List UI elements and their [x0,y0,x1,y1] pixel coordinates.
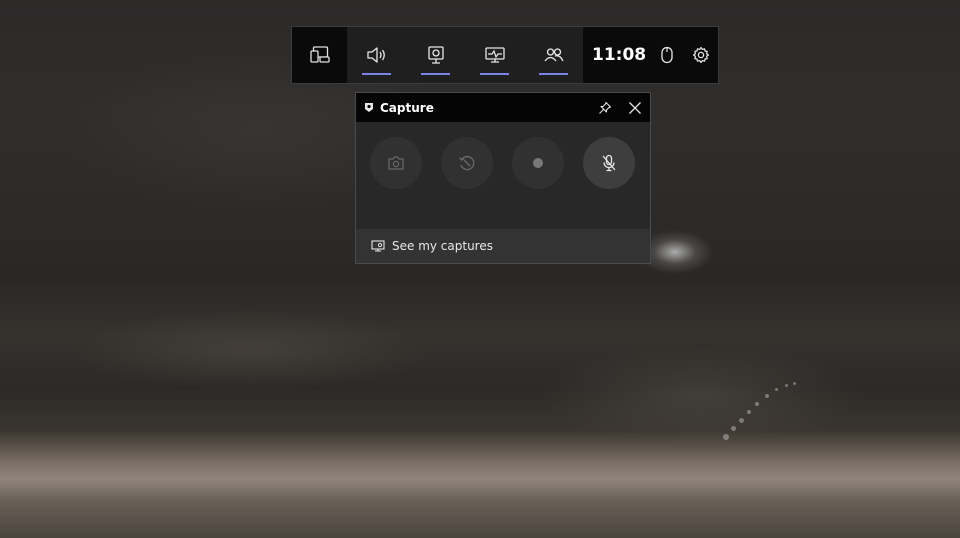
capture-widget-button[interactable] [406,27,465,83]
widget-active-indicator [362,73,391,75]
audio-widget-button[interactable] [347,27,406,83]
capture-icon [427,46,444,64]
speaker-icon [366,47,385,63]
mouse-button[interactable] [650,27,684,83]
widget-menu-icon [309,46,330,63]
mic-off-icon [602,154,616,172]
performance-widget-button[interactable] [465,27,524,83]
capture-title-bar[interactable]: Capture [356,93,650,122]
see-my-captures-label: See my captures [392,239,493,253]
widget-toolbar [347,27,583,83]
settings-button[interactable] [684,27,718,83]
camera-icon [388,156,404,170]
widget-active-indicator [539,73,568,75]
game-bar: 11:08 [291,26,719,84]
background-light-streak [715,378,815,448]
pin-button[interactable] [590,93,620,122]
widget-active-indicator [480,73,509,75]
performance-monitor-icon [484,47,505,63]
screenshot-button[interactable] [370,137,422,189]
capture-widget: Capture See my captures [355,92,651,264]
clock: 11:08 [592,45,647,65]
capture-button-row [356,122,650,229]
capture-title: Capture [380,100,434,115]
gear-icon [692,46,710,64]
record-last-30s-button[interactable] [441,137,493,189]
see-my-captures-link[interactable]: See my captures [356,229,650,263]
close-button[interactable] [620,93,650,122]
pin-icon [599,101,612,114]
start-recording-button[interactable] [512,137,564,189]
desktop-background: 11:08 Capture See my captures [0,0,960,538]
close-icon [629,101,641,114]
microphone-toggle-button[interactable] [583,137,635,189]
capture-widget-icon [365,103,373,112]
gamebar-status-area: 11:08 [583,27,718,83]
record-dot-icon [533,158,543,168]
social-widget-button[interactable] [524,27,583,83]
widget-active-indicator [421,73,450,75]
history-icon [458,155,475,171]
widget-menu-button[interactable] [292,27,347,83]
people-icon [543,48,564,62]
mouse-icon [661,46,673,64]
gallery-icon [371,240,385,252]
